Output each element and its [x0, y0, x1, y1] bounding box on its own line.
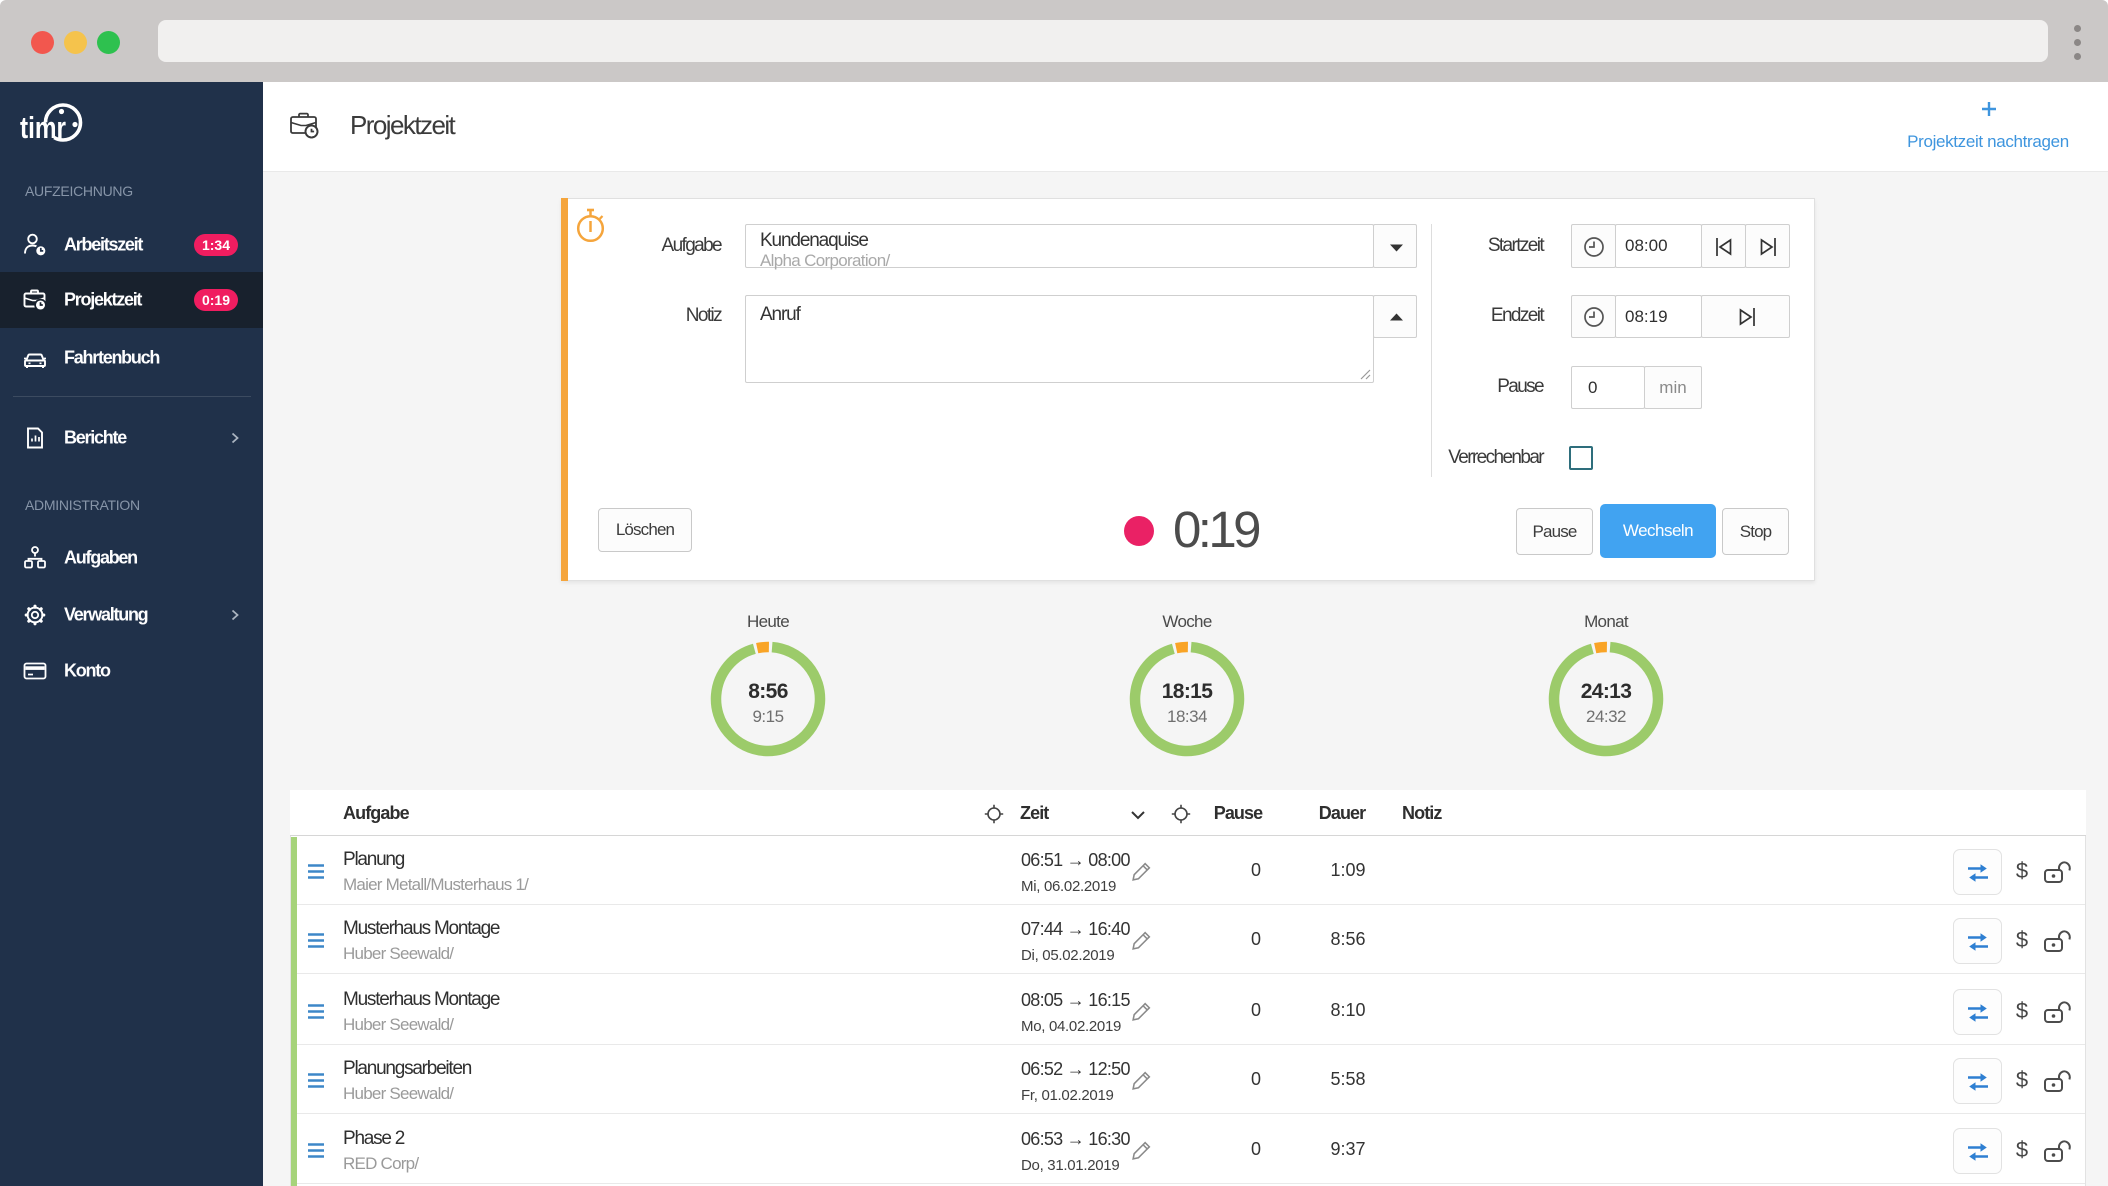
svg-text:timr: timr: [20, 110, 66, 145]
